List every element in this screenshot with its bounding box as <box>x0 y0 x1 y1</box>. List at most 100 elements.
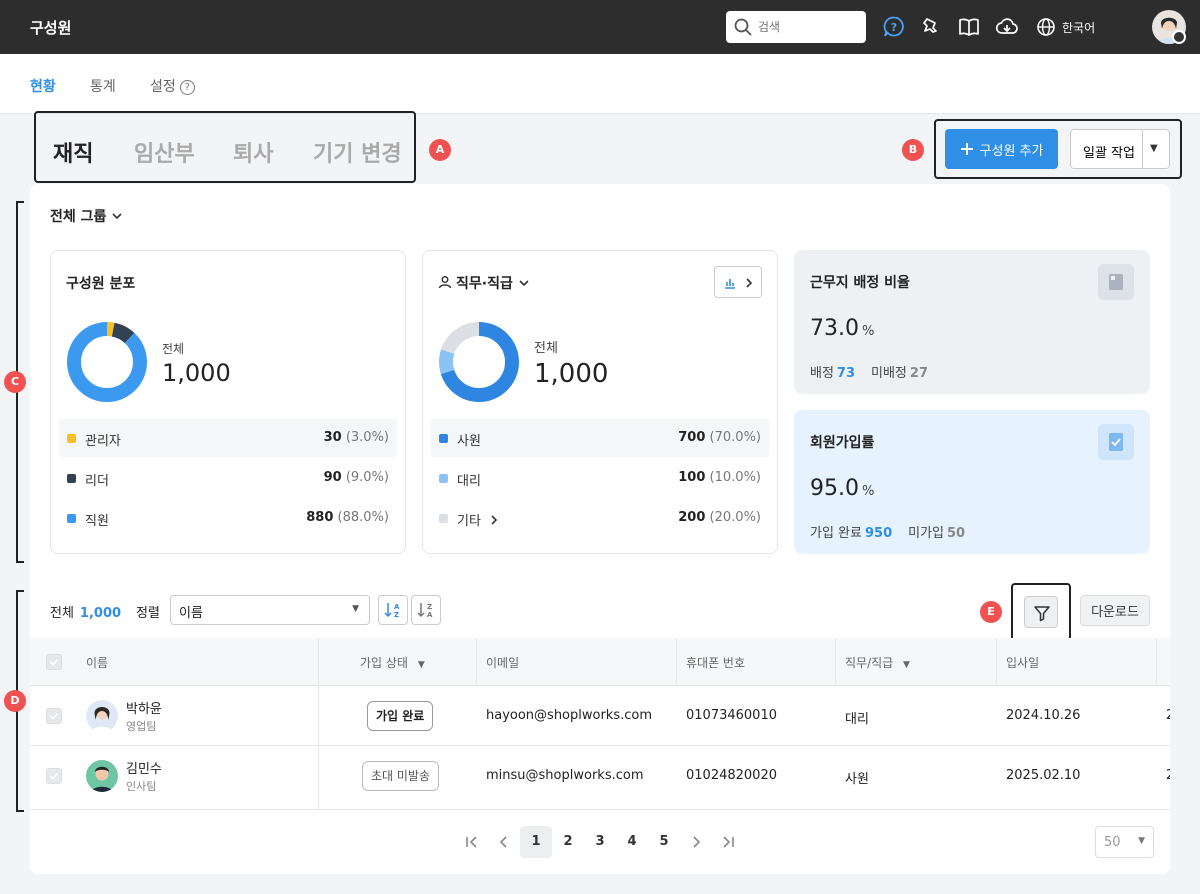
legend-dot <box>439 514 448 523</box>
row-checkbox[interactable] <box>46 768 62 784</box>
admin-badge-icon <box>1172 30 1186 44</box>
last-page-icon[interactable] <box>712 826 744 858</box>
table-row[interactable]: 김민수 인사팀 초대 미발송 minsu@shoplworks.com 0102… <box>30 746 1170 810</box>
tab-settings-label: 설정 <box>150 79 176 95</box>
svg-text:A: A <box>394 603 400 611</box>
legend-row-assistant-manager[interactable]: 대리 100 (10.0%) <box>431 459 769 497</box>
status-tab-device-change[interactable]: 기기 변경 <box>313 136 402 168</box>
position-total-label: 전체 <box>534 341 558 356</box>
member-extra: 2 <box>1166 708 1170 723</box>
bulk-action-button[interactable]: 일괄 작업 ▼ <box>1070 129 1170 169</box>
member-position: 대리 <box>845 712 869 727</box>
search-box[interactable] <box>726 11 866 43</box>
chevron-right-icon <box>746 278 753 288</box>
column-phone[interactable]: 휴대폰 번호 <box>686 654 745 671</box>
svg-text:Z: Z <box>427 603 432 611</box>
divider <box>1142 130 1143 168</box>
distribution-title: 구성원 분포 <box>66 276 136 292</box>
page-1[interactable]: 1 <box>520 826 552 858</box>
page-size-select[interactable]: 50 ▼ <box>1095 826 1154 858</box>
status-tab-pregnant[interactable]: 임산부 <box>134 136 195 168</box>
tab-settings[interactable]: 설정? <box>150 76 195 96</box>
member-email: minsu@shoplworks.com <box>486 768 644 783</box>
previous-page-icon[interactable] <box>488 826 520 858</box>
page-2[interactable]: 2 <box>552 826 584 858</box>
member-name[interactable]: 김민수 <box>126 758 162 777</box>
member-join-date: 2024.10.26 <box>1006 708 1081 723</box>
position-total-value: 1,000 <box>534 359 609 389</box>
legend-row-staff[interactable]: 직원 880 (88.0%) <box>59 499 397 537</box>
position-selector[interactable]: 직무·직급 <box>438 273 530 293</box>
member-team: 인사팀 <box>126 780 157 793</box>
workplace-ratio-card: 근무지 배정 비율 73.0% 배정 73 미배정 27 <box>794 250 1150 394</box>
legend-name: 리더 <box>85 474 109 489</box>
member-email: hayoon@shoplworks.com <box>486 708 653 723</box>
cloud-download-icon[interactable] <box>995 15 1019 39</box>
sort-ascending-button[interactable]: AZ <box>378 595 408 625</box>
question-icon[interactable]: ? <box>179 80 195 95</box>
donut-slice-2 <box>67 322 147 402</box>
table-row[interactable]: 박하윤 영업팀 가입 완료 hayoon@shoplworks.com 0107… <box>30 686 1170 746</box>
sort-descending-button[interactable]: ZA <box>411 595 441 625</box>
filter-icon <box>1034 606 1050 622</box>
filter-button[interactable] <box>1024 596 1058 628</box>
status-tab-employed[interactable]: 재직 <box>53 136 93 168</box>
member-join-date: 2025.02.10 <box>1006 768 1081 783</box>
marker-b: B <box>902 139 924 161</box>
legend-row-leader[interactable]: 리더 90 (9.0%) <box>59 459 397 497</box>
column-name[interactable]: 이름 <box>86 654 108 671</box>
language-selector[interactable]: 한국어 <box>1036 16 1095 38</box>
legend-value: 700 (70.0%) <box>678 430 761 445</box>
divider <box>676 638 677 685</box>
page-3[interactable]: 3 <box>584 826 616 858</box>
legend-row-other[interactable]: 기타 200 (20.0%) <box>431 499 769 537</box>
chevron-right-icon <box>491 515 498 525</box>
page-5[interactable]: 5 <box>648 826 680 858</box>
member-team: 영업팀 <box>126 720 157 733</box>
caret-down-icon[interactable]: ▼ <box>1150 143 1158 154</box>
signup-rate-card: 회원가입률 95.0% 가입 완료 950 미가입 50 <box>794 410 1150 554</box>
signup-title: 회원가입률 <box>810 435 875 451</box>
legend-row-manager[interactable]: 관리자 30 (3.0%) <box>59 419 397 457</box>
download-button[interactable]: 다운로드 <box>1080 595 1150 626</box>
row-checkbox[interactable] <box>46 708 62 724</box>
book-icon[interactable] <box>957 15 981 39</box>
avatar <box>86 700 118 732</box>
add-member-button[interactable]: 구성원 추가 <box>945 129 1058 169</box>
select-all-checkbox[interactable] <box>46 654 62 670</box>
divider <box>318 746 319 809</box>
status-tab-resigned[interactable]: 퇴사 <box>233 136 273 168</box>
column-join-date[interactable]: 입사일 <box>1006 654 1039 671</box>
language-label: 한국어 <box>1062 20 1096 35</box>
building-icon <box>1098 264 1134 300</box>
legend-dot <box>67 434 76 443</box>
sort-az-icon: AZ <box>384 603 400 619</box>
divider <box>1156 638 1157 685</box>
page-4[interactable]: 4 <box>616 826 648 858</box>
member-name[interactable]: 박하윤 <box>126 698 162 717</box>
workplace-breakdown: 배정 73 미배정 27 <box>810 366 928 381</box>
divider <box>835 638 836 685</box>
legend-row-employee[interactable]: 사원 700 (70.0%) <box>431 419 769 457</box>
next-page-icon[interactable] <box>680 826 712 858</box>
legend-value: 100 (10.0%) <box>678 470 761 485</box>
tab-overview[interactable]: 현황 <box>30 76 56 96</box>
chart-detail-button[interactable] <box>714 266 762 298</box>
distribution-donut-chart <box>67 322 147 402</box>
chevron-down-icon <box>519 280 529 287</box>
sort-select[interactable]: 이름 ▼ <box>170 595 370 625</box>
tab-statistics[interactable]: 통계 <box>90 76 116 96</box>
search-input[interactable] <box>758 17 858 37</box>
pin-icon[interactable] <box>919 15 943 39</box>
table-header: 이름 가입 상태 ▼ 이메일 휴대폰 번호 직무/직급 ▼ 입사일 <box>30 638 1170 686</box>
first-page-icon[interactable] <box>456 826 488 858</box>
sort-za-icon: ZA <box>417 603 433 619</box>
help-icon[interactable]: ? <box>882 15 906 39</box>
column-signup-status[interactable]: 가입 상태 ▼ <box>360 654 425 671</box>
legend-name: 대리 <box>457 474 481 489</box>
column-position[interactable]: 직무/직급 ▼ <box>845 654 910 671</box>
group-selector[interactable]: 전체 그룹 <box>50 206 123 226</box>
column-email[interactable]: 이메일 <box>486 654 519 671</box>
legend-value: 30 (3.0%) <box>323 430 389 445</box>
divider <box>996 638 997 685</box>
